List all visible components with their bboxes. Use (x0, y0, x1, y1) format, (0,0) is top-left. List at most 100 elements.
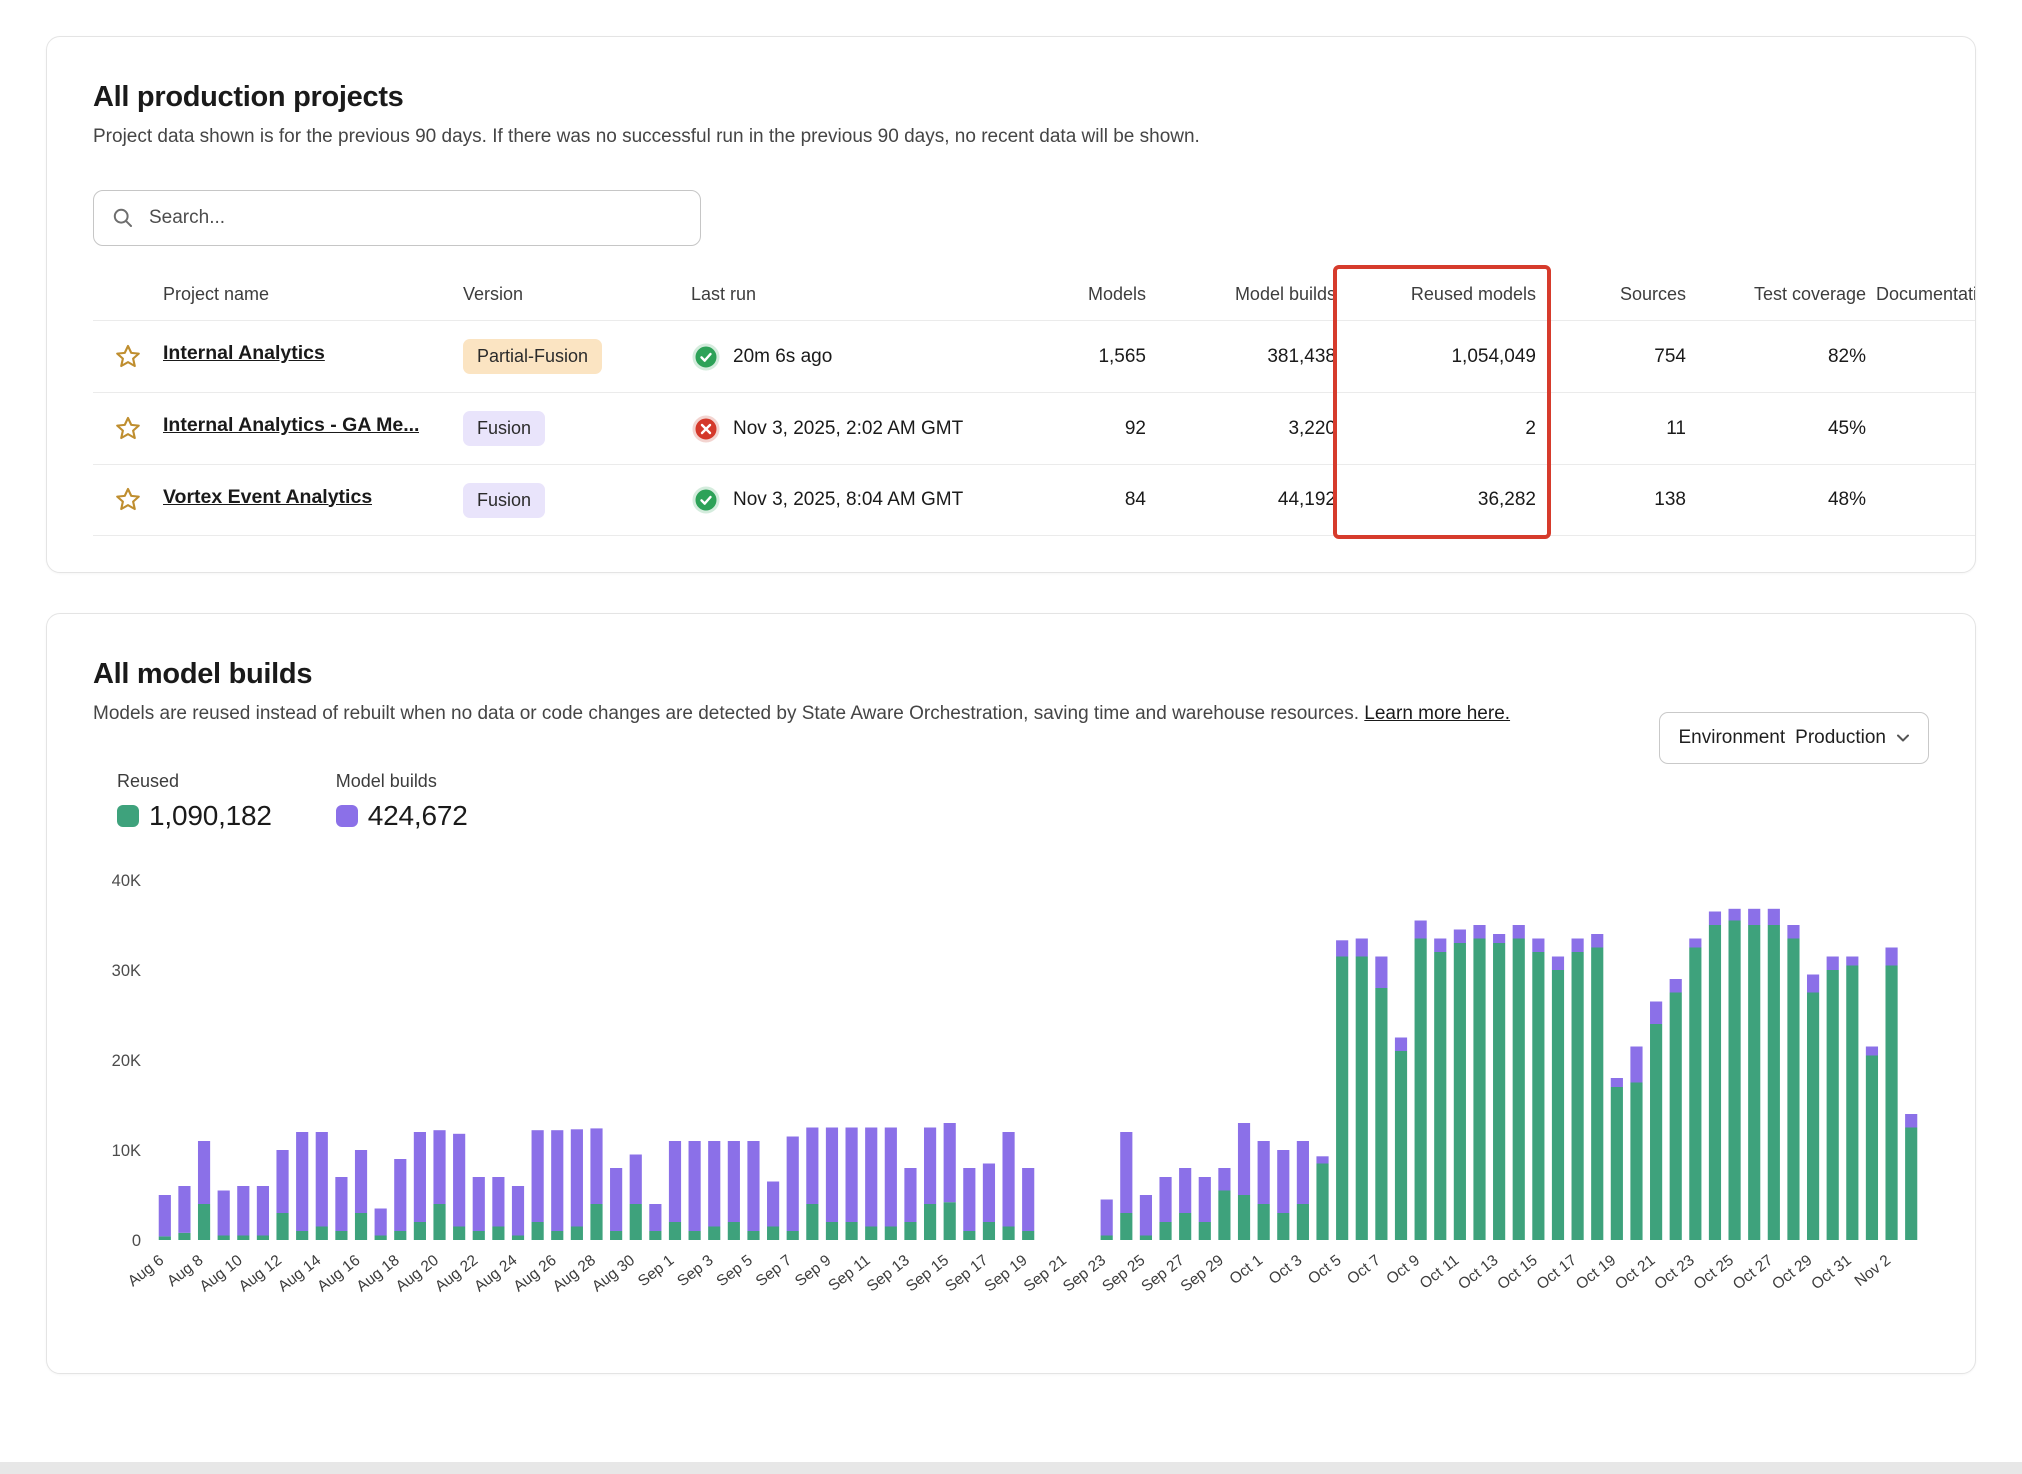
bar-model-builds-segment[interactable] (1768, 909, 1780, 925)
bar-model-builds-segment[interactable] (630, 1155, 642, 1205)
bar-reused-segment[interactable] (610, 1231, 622, 1240)
bar-reused-segment[interactable] (1591, 948, 1603, 1241)
bar-model-builds-segment[interactable] (1905, 1114, 1917, 1128)
bar-reused-segment[interactable] (885, 1227, 897, 1241)
bar-model-builds-segment[interactable] (512, 1186, 524, 1236)
model-builds-chart[interactable]: 010K20K30K40KAug 6Aug 8Aug 10Aug 12Aug 1… (93, 862, 1931, 1332)
bar-reused-segment[interactable] (747, 1231, 759, 1240)
bar-model-builds-segment[interactable] (571, 1129, 583, 1226)
bar-model-builds-segment[interactable] (1630, 1047, 1642, 1083)
bar-model-builds-segment[interactable] (492, 1177, 504, 1227)
bar-reused-segment[interactable] (963, 1231, 975, 1240)
learn-more-link[interactable]: Learn more here. (1364, 703, 1510, 724)
bar-reused-segment[interactable] (689, 1231, 701, 1240)
bar-reused-segment[interactable] (335, 1231, 347, 1240)
bar-reused-segment[interactable] (1827, 970, 1839, 1240)
bar-model-builds-segment[interactable] (1591, 934, 1603, 948)
bar-reused-segment[interactable] (1670, 993, 1682, 1241)
bar-model-builds-segment[interactable] (473, 1177, 485, 1231)
bar-model-builds-segment[interactable] (1022, 1168, 1034, 1231)
bar-model-builds-segment[interactable] (708, 1141, 720, 1227)
bar-model-builds-segment[interactable] (1101, 1200, 1113, 1236)
bar-reused-segment[interactable] (590, 1204, 602, 1240)
bar-reused-segment[interactable] (1140, 1236, 1152, 1241)
bar-model-builds-segment[interactable] (1827, 957, 1839, 971)
bar-reused-segment[interactable] (630, 1204, 642, 1240)
project-name-link[interactable]: Internal Analytics (163, 342, 325, 365)
bar-model-builds-segment[interactable] (885, 1128, 897, 1227)
bar-model-builds-segment[interactable] (1866, 1047, 1878, 1056)
bar-reused-segment[interactable] (433, 1204, 445, 1240)
bar-model-builds-segment[interactable] (1297, 1141, 1309, 1204)
bar-reused-segment[interactable] (983, 1222, 995, 1240)
bar-reused-segment[interactable] (1454, 943, 1466, 1240)
bar-reused-segment[interactable] (1552, 970, 1564, 1240)
bar-reused-segment[interactable] (865, 1227, 877, 1241)
bar-model-builds-segment[interactable] (787, 1137, 799, 1232)
bar-reused-segment[interactable] (806, 1204, 818, 1240)
bar-model-builds-segment[interactable] (1395, 1038, 1407, 1052)
bar-reused-segment[interactable] (669, 1222, 681, 1240)
bar-reused-segment[interactable] (551, 1231, 563, 1240)
bar-model-builds-segment[interactable] (178, 1186, 190, 1233)
bar-model-builds-segment[interactable] (1650, 1002, 1662, 1025)
bar-model-builds-segment[interactable] (1277, 1150, 1289, 1213)
bar-model-builds-segment[interactable] (924, 1128, 936, 1205)
bar-reused-segment[interactable] (532, 1222, 544, 1240)
bar-reused-segment[interactable] (1120, 1213, 1132, 1240)
bar-model-builds-segment[interactable] (865, 1128, 877, 1227)
bar-reused-segment[interactable] (276, 1213, 288, 1240)
bar-reused-segment[interactable] (1807, 993, 1819, 1241)
bar-model-builds-segment[interactable] (1748, 909, 1760, 925)
bar-reused-segment[interactable] (649, 1231, 661, 1240)
bar-model-builds-segment[interactable] (669, 1141, 681, 1222)
bar-reused-segment[interactable] (1748, 925, 1760, 1240)
bar-model-builds-segment[interactable] (1375, 957, 1387, 989)
bar-reused-segment[interactable] (1415, 939, 1427, 1241)
bar-reused-segment[interactable] (1258, 1204, 1270, 1240)
bar-reused-segment[interactable] (708, 1227, 720, 1241)
project-search-box[interactable] (93, 190, 701, 246)
bar-model-builds-segment[interactable] (904, 1168, 916, 1222)
bar-reused-segment[interactable] (1866, 1056, 1878, 1241)
bar-reused-segment[interactable] (1885, 966, 1897, 1241)
bar-reused-segment[interactable] (1611, 1087, 1623, 1240)
bar-reused-segment[interactable] (178, 1233, 190, 1240)
bar-model-builds-segment[interactable] (1670, 979, 1682, 993)
bar-model-builds-segment[interactable] (355, 1150, 367, 1213)
bar-model-builds-segment[interactable] (1493, 934, 1505, 943)
bar-reused-segment[interactable] (846, 1222, 858, 1240)
bar-reused-segment[interactable] (1199, 1222, 1211, 1240)
favorite-star-button[interactable] (113, 342, 143, 372)
bar-reused-segment[interactable] (1709, 925, 1721, 1240)
bar-reused-segment[interactable] (1650, 1024, 1662, 1240)
bar-model-builds-segment[interactable] (375, 1209, 387, 1236)
bar-reused-segment[interactable] (473, 1231, 485, 1240)
bar-model-builds-segment[interactable] (963, 1168, 975, 1231)
bar-model-builds-segment[interactable] (1846, 957, 1858, 966)
bar-reused-segment[interactable] (924, 1204, 936, 1240)
bar-model-builds-segment[interactable] (316, 1132, 328, 1227)
bar-model-builds-segment[interactable] (1689, 939, 1701, 948)
bar-model-builds-segment[interactable] (1336, 940, 1348, 956)
bar-model-builds-segment[interactable] (1140, 1195, 1152, 1236)
bar-reused-segment[interactable] (1787, 939, 1799, 1241)
bar-reused-segment[interactable] (1375, 988, 1387, 1240)
bar-reused-segment[interactable] (1395, 1051, 1407, 1240)
bar-model-builds-segment[interactable] (983, 1164, 995, 1223)
bar-reused-segment[interactable] (1493, 943, 1505, 1240)
bar-model-builds-segment[interactable] (1729, 909, 1741, 921)
bar-reused-segment[interactable] (1905, 1128, 1917, 1241)
bar-reused-segment[interactable] (1297, 1204, 1309, 1240)
bar-model-builds-segment[interactable] (1454, 930, 1466, 944)
chart-area[interactable]: 010K20K30K40KAug 6Aug 8Aug 10Aug 12Aug 1… (93, 862, 1929, 1337)
bar-reused-segment[interactable] (571, 1227, 583, 1241)
bar-reused-segment[interactable] (1356, 957, 1368, 1241)
bar-model-builds-segment[interactable] (1002, 1132, 1014, 1227)
bar-reused-segment[interactable] (1277, 1213, 1289, 1240)
bar-reused-segment[interactable] (1218, 1191, 1230, 1241)
bar-model-builds-segment[interactable] (1258, 1141, 1270, 1204)
bar-reused-segment[interactable] (296, 1231, 308, 1240)
bar-model-builds-segment[interactable] (1415, 921, 1427, 939)
bar-model-builds-segment[interactable] (433, 1130, 445, 1204)
